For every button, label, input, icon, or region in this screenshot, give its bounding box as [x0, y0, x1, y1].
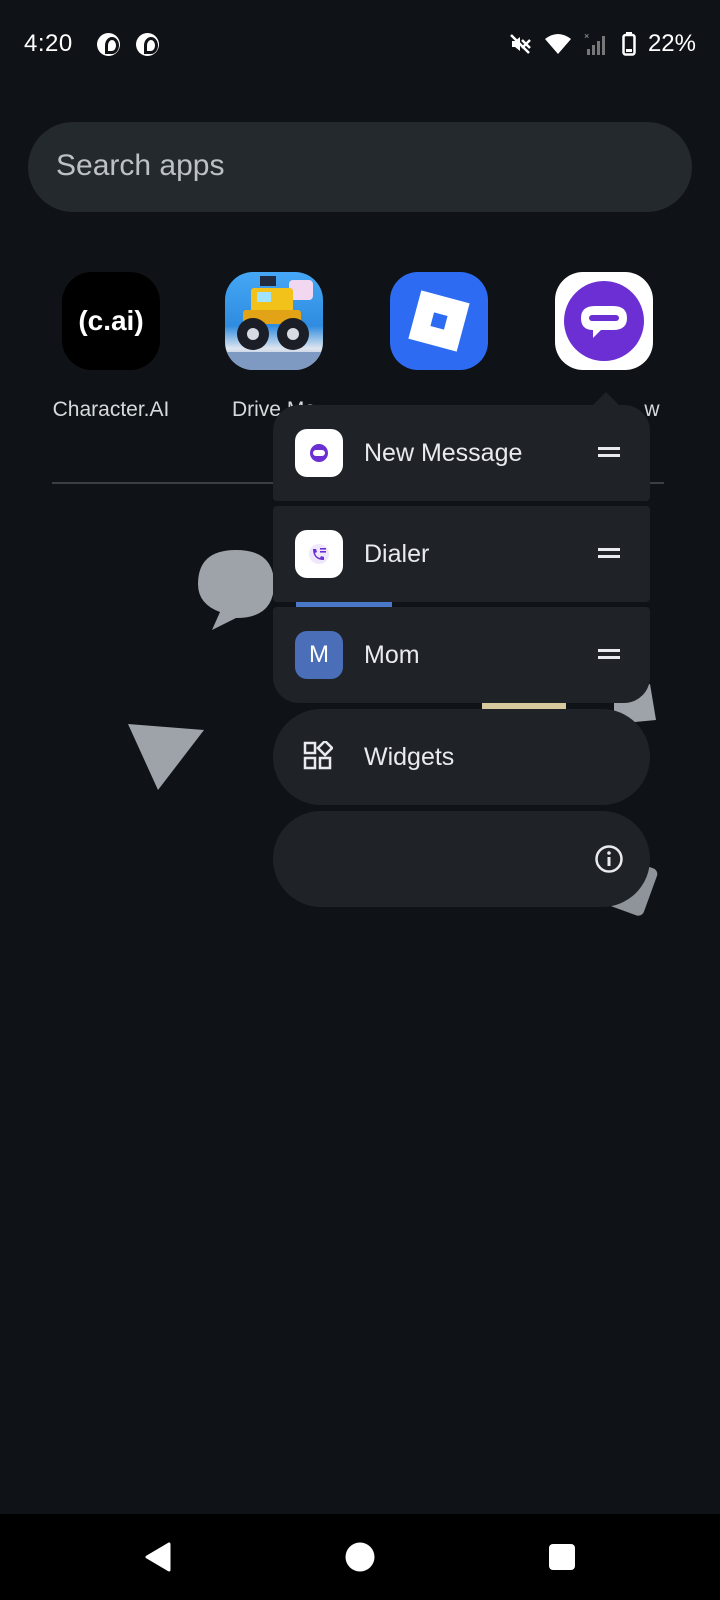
textnow-icon — [555, 272, 653, 370]
drive-mad-icon — [225, 272, 323, 370]
drag-handle-icon[interactable] — [598, 447, 620, 457]
app-drawer-screen: 4:20 × 22% Search apps (c.ai) Character.… — [0, 0, 720, 1600]
pinterest-icon — [136, 33, 159, 56]
app-drive-mad[interactable]: Drive Ma — [199, 272, 349, 422]
search-placeholder: Search apps — [56, 149, 225, 182]
wifi-icon — [544, 34, 571, 54]
contact-avatar: M — [295, 631, 343, 679]
signal-no-service-icon: × — [584, 31, 605, 55]
shortcut-label: Dialer — [364, 540, 430, 568]
popup-caret — [592, 392, 620, 406]
battery-icon — [622, 32, 636, 56]
widgets-label: Widgets — [364, 743, 455, 771]
info-icon[interactable] — [594, 844, 624, 874]
chat-bubble-illustration — [198, 550, 274, 630]
shortcut-label: Mom — [364, 641, 420, 669]
svg-text:×: × — [584, 31, 589, 41]
clock: 4:20 — [24, 30, 73, 57]
system-status-icons: × 22% — [508, 28, 696, 60]
roblox-icon — [390, 272, 488, 370]
shortcut-dialer[interactable]: Dialer — [273, 506, 650, 602]
arrow-illustration — [128, 724, 204, 790]
pinterest-icon — [97, 33, 120, 56]
search-apps-bar[interactable]: Search apps — [28, 122, 692, 212]
drag-handle-icon[interactable] — [598, 649, 620, 659]
shortcut-mom[interactable]: M Mom — [273, 607, 650, 703]
dialer-icon — [295, 530, 343, 578]
recents-icon[interactable] — [548, 1543, 576, 1571]
widgets-icon — [303, 741, 333, 770]
new-message-icon — [295, 429, 343, 477]
navigation-bar — [0, 1514, 720, 1600]
shortcut-new-message[interactable]: New Message — [273, 405, 650, 501]
status-bar: 4:20 × 22% — [0, 0, 720, 90]
app-character-ai[interactable]: (c.ai) Character.AI — [36, 272, 186, 422]
back-icon[interactable] — [143, 1541, 173, 1573]
battery-percent: 22% — [647, 30, 696, 57]
home-icon[interactable] — [345, 1542, 375, 1572]
character-ai-icon: (c.ai) — [62, 272, 160, 370]
shortcut-label: New Message — [364, 439, 523, 467]
app-label: Character.AI — [52, 398, 170, 421]
drag-handle-icon[interactable] — [598, 548, 620, 558]
app-roblox[interactable] — [364, 272, 514, 398]
widgets-option[interactable]: Widgets — [273, 709, 650, 805]
vibrate-off-icon — [510, 34, 531, 54]
app-info-row — [273, 811, 650, 907]
